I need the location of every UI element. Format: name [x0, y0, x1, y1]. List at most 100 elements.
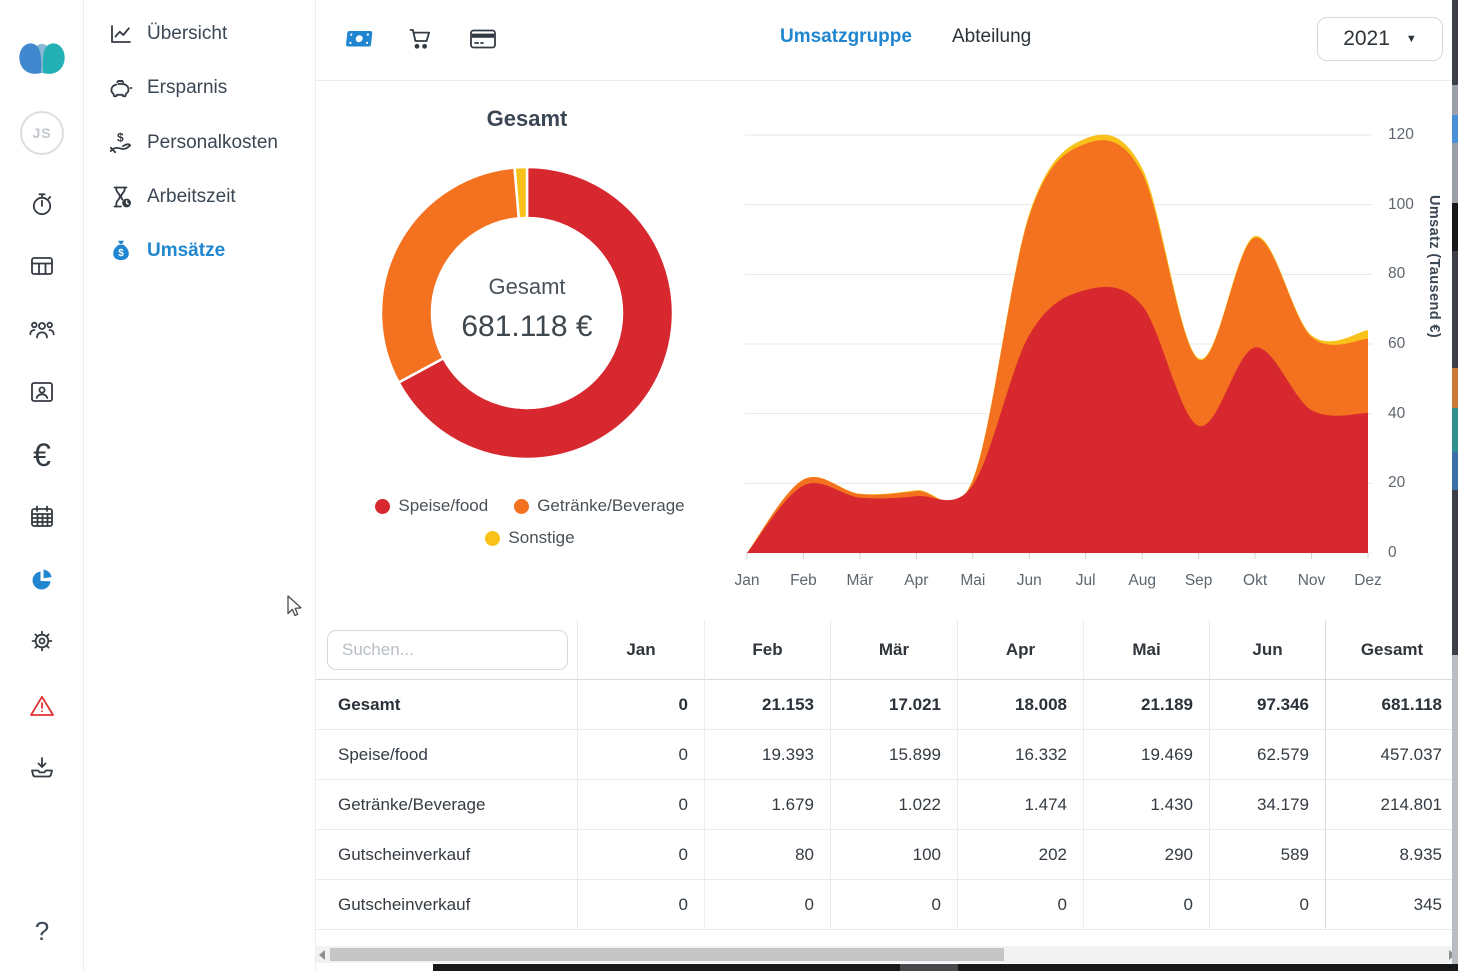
- x-axis-label: Aug: [1114, 572, 1170, 590]
- donut-slice-1[interactable]: [381, 168, 519, 383]
- row-label: Gesamt: [316, 680, 578, 730]
- area-chart[interactable]: [729, 100, 1389, 570]
- table-cell: 290: [1084, 830, 1210, 880]
- table-cell: 0: [578, 780, 705, 830]
- sidebar-item-uebersicht[interactable]: Übersicht: [84, 13, 316, 55]
- table-cell: 18.008: [958, 680, 1084, 730]
- warning-icon[interactable]: [0, 692, 84, 720]
- tab-umsatzgruppe[interactable]: Umsatzgruppe: [780, 26, 912, 48]
- sidebar-item-label: Umsätze: [147, 240, 225, 262]
- download-icon[interactable]: [0, 754, 84, 782]
- column-header-jan: Jan: [578, 620, 705, 680]
- table-cell: 0: [1210, 880, 1326, 930]
- table-cell: 34.179: [1210, 780, 1326, 830]
- chevron-down-icon: ▼: [1406, 33, 1417, 45]
- y-axis-label: 80: [1388, 264, 1430, 284]
- team-icon[interactable]: [0, 316, 84, 344]
- table-cell: 15.899: [831, 730, 958, 780]
- y-axis-label: 120: [1388, 125, 1430, 145]
- y-axis-title: Umsatz (Tausend €): [1426, 195, 1442, 495]
- table-cell: 681.118: [1326, 680, 1458, 730]
- table-cell: 21.153: [705, 680, 831, 730]
- x-axis-label: Apr: [888, 572, 944, 590]
- table-cell: 17.021: [831, 680, 958, 730]
- scrollbar-thumb[interactable]: [330, 948, 1004, 961]
- table-cell: 0: [705, 880, 831, 930]
- table-cell: 0: [1084, 880, 1210, 930]
- column-header-jun: Jun: [1210, 620, 1326, 680]
- sidebar-item-personalkosten[interactable]: $ Personalkosten: [84, 122, 316, 164]
- horizontal-scrollbar[interactable]: [316, 946, 1458, 963]
- row-label: Speise/food: [316, 730, 578, 780]
- sidebar-item-label: Arbeitszeit: [147, 186, 236, 208]
- gear-icon[interactable]: [0, 627, 84, 655]
- x-axis-label: Feb: [775, 572, 831, 590]
- stopwatch-icon[interactable]: [0, 190, 84, 218]
- hand-money-icon: $: [108, 130, 134, 156]
- table-cell: 0: [578, 830, 705, 880]
- table-icon[interactable]: [0, 252, 84, 280]
- main-content: Umsatzgruppe Abteilung 2021 ▼ Gesamt Ges…: [316, 0, 1458, 971]
- banknote-icon[interactable]: [339, 20, 377, 58]
- money-bag-icon: $: [108, 238, 134, 264]
- x-axis-label: Mai: [945, 572, 1001, 590]
- column-header-mai: Mai: [1084, 620, 1210, 680]
- app-window: JS € ?: [0, 0, 1458, 971]
- table-cell: 80: [705, 830, 831, 880]
- table-cell: 62.579: [1210, 730, 1326, 780]
- table-cell: 0: [578, 880, 705, 930]
- pie-chart-icon[interactable]: [0, 566, 84, 594]
- euro-icon[interactable]: €: [0, 438, 84, 472]
- legend-dot-red: [375, 499, 390, 514]
- table-cell: 589: [1210, 830, 1326, 880]
- y-axis-label: 20: [1388, 473, 1430, 493]
- line-chart-icon: [108, 21, 134, 47]
- help-icon[interactable]: ?: [0, 916, 84, 946]
- sidebar-item-arbeitszeit[interactable]: Arbeitszeit: [84, 176, 316, 218]
- calendar-icon[interactable]: [0, 503, 84, 531]
- legend-item-getraenke[interactable]: Getränke/Beverage: [514, 496, 684, 516]
- butterfly-logo[interactable]: [0, 36, 84, 78]
- row-label: Getränke/Beverage: [316, 780, 578, 830]
- table-cell: 19.393: [705, 730, 831, 780]
- table-cell: 1.430: [1084, 780, 1210, 830]
- donut-legend: Speise/food Getränke/Beverage: [340, 496, 720, 516]
- x-axis-label: Jun: [1001, 572, 1057, 590]
- x-axis-label: Dez: [1340, 572, 1396, 590]
- x-axis-label: Mär: [832, 572, 888, 590]
- donut-legend-row2: Sonstige: [340, 528, 720, 548]
- table-cell: 16.332: [958, 730, 1084, 780]
- sidebar-item-label: Übersicht: [147, 23, 227, 45]
- user-avatar[interactable]: JS: [0, 111, 84, 155]
- sidebar-item-umsaetze[interactable]: $ Umsätze: [84, 230, 316, 272]
- table-cell: 214.801: [1326, 780, 1458, 830]
- sidebar-item-ersparnis[interactable]: Ersparnis: [84, 67, 316, 109]
- legend-dot-orange: [514, 499, 529, 514]
- legend-item-sonstige[interactable]: Sonstige: [485, 528, 574, 548]
- scroll-left-arrow[interactable]: [319, 950, 325, 960]
- table-cell: 457.037: [1326, 730, 1458, 780]
- credit-card-icon[interactable]: [464, 20, 502, 58]
- butterfly-logo-icon: [18, 36, 66, 78]
- column-header-mr: Mär: [831, 620, 958, 680]
- cart-icon[interactable]: [402, 20, 440, 58]
- legend-item-speise[interactable]: Speise/food: [375, 496, 488, 516]
- tab-abteilung[interactable]: Abteilung: [952, 26, 1031, 48]
- x-axis-label: Jan: [719, 572, 775, 590]
- y-axis-label: 0: [1388, 543, 1430, 563]
- right-edge-strip: [1452, 0, 1458, 971]
- table-cell: 97.346: [1210, 680, 1326, 730]
- x-axis-label: Sep: [1171, 572, 1227, 590]
- revenue-table: JanFebMärAprMaiJunGesamtGesamt021.15317.…: [316, 620, 1458, 930]
- column-header-gesamt: Gesamt: [1326, 620, 1458, 680]
- svg-text:$: $: [117, 131, 124, 145]
- contact-card-icon[interactable]: [0, 378, 84, 406]
- year-selector[interactable]: 2021 ▼: [1317, 17, 1443, 61]
- table-cell: 8.935: [1326, 830, 1458, 880]
- table-cell: 345: [1326, 880, 1458, 930]
- donut-chart[interactable]: [380, 166, 674, 460]
- row-label: Gutscheinverkauf: [316, 880, 578, 930]
- piggy-bank-icon: [108, 75, 134, 101]
- y-axis-label: 100: [1388, 195, 1430, 215]
- table-cell: 1.679: [705, 780, 831, 830]
